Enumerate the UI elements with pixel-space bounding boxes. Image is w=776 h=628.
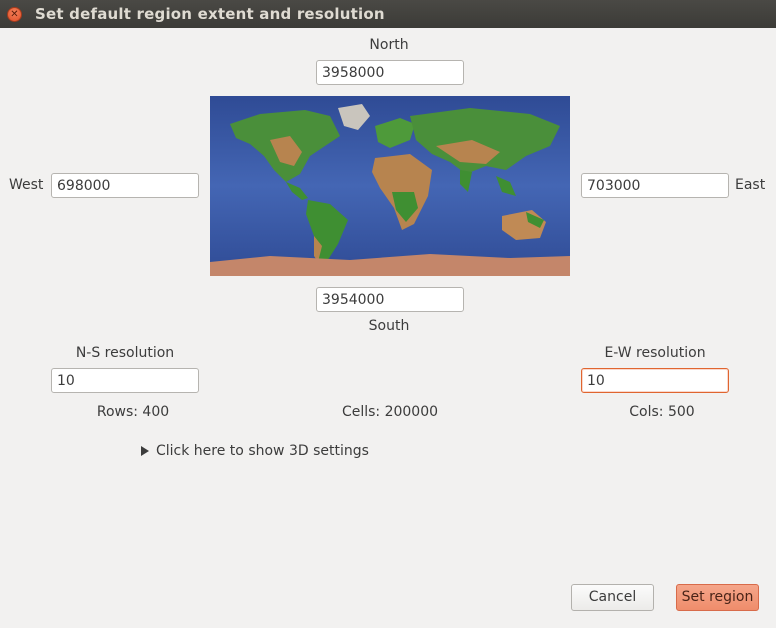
- west-label: West: [9, 177, 44, 193]
- close-icon[interactable]: ✕: [7, 7, 22, 22]
- east-label: East: [735, 177, 766, 193]
- show-3d-settings-expander[interactable]: Click here to show 3D settings: [139, 443, 369, 459]
- west-field[interactable]: [51, 173, 199, 198]
- world-map-image: [210, 96, 570, 276]
- north-field[interactable]: [316, 60, 464, 85]
- title-bar: ✕ Set default region extent and resoluti…: [0, 0, 776, 28]
- ns-resolution-field[interactable]: [51, 368, 199, 393]
- north-label: North: [369, 37, 409, 53]
- ew-resolution-field[interactable]: [581, 368, 729, 393]
- south-label: South: [368, 318, 410, 334]
- cells-count: Cells: 200000: [341, 404, 439, 420]
- cancel-button[interactable]: Cancel: [571, 584, 654, 611]
- window-title: Set default region extent and resolution: [35, 5, 385, 23]
- rows-count: Rows: 400: [96, 404, 170, 420]
- south-field[interactable]: [316, 287, 464, 312]
- cols-count: Cols: 500: [629, 404, 695, 420]
- set-region-button[interactable]: Set region: [676, 584, 759, 611]
- east-field[interactable]: [581, 173, 729, 198]
- world-map[interactable]: [210, 96, 570, 276]
- ns-resolution-label: N-S resolution: [75, 345, 175, 361]
- show-3d-settings-label: Click here to show 3D settings: [156, 443, 369, 459]
- expand-triangle-icon: [141, 446, 149, 456]
- ew-resolution-label: E-W resolution: [604, 345, 706, 361]
